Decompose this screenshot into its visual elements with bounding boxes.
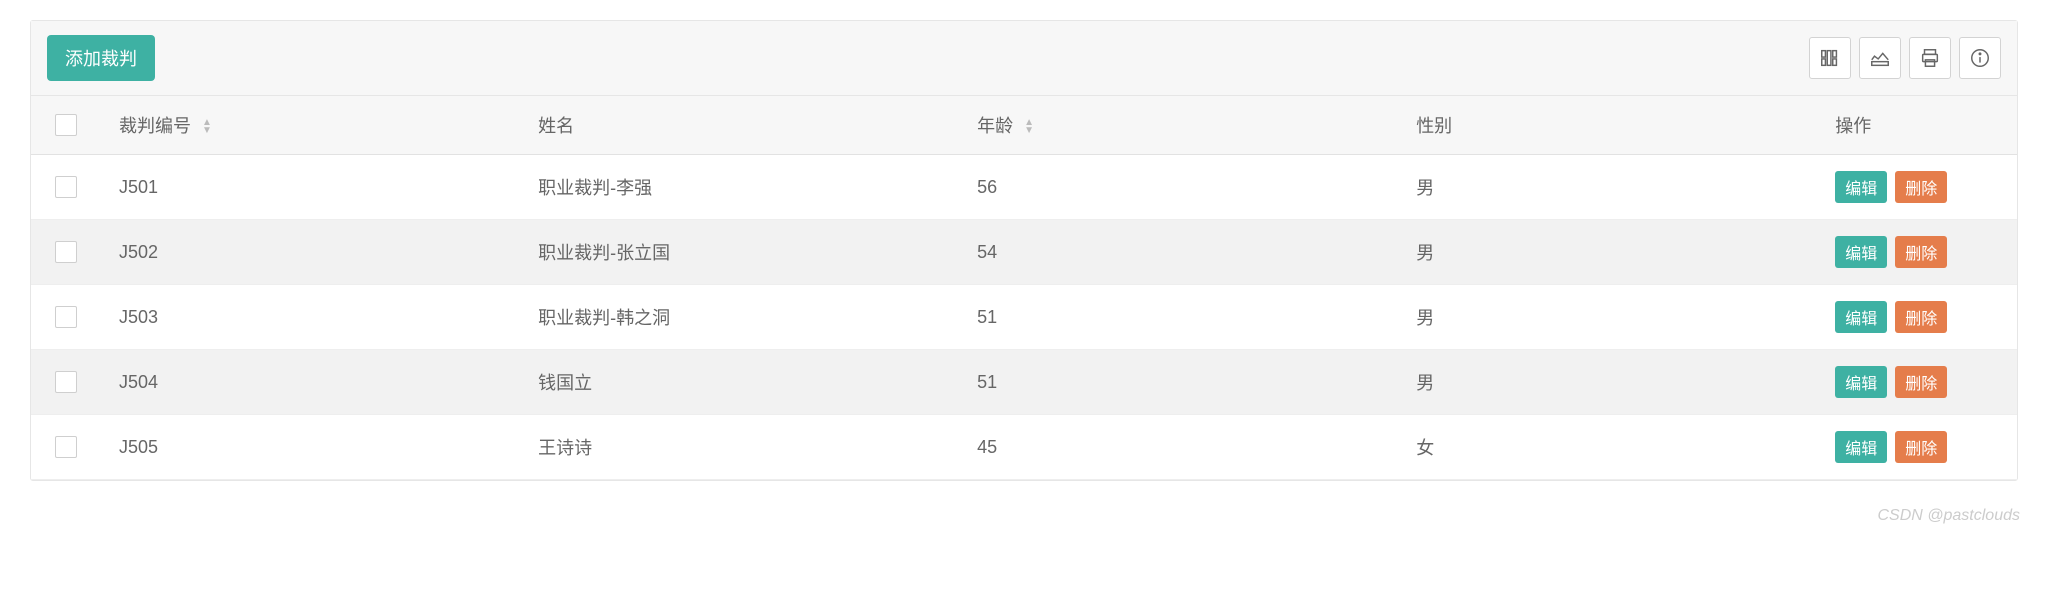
delete-button[interactable]: 删除 (1895, 236, 1947, 268)
cell-id: J502 (101, 220, 520, 285)
edit-button[interactable]: 编辑 (1835, 366, 1887, 398)
select-all-checkbox[interactable] (55, 114, 77, 136)
export-icon[interactable] (1859, 37, 1901, 79)
cell-id: J503 (101, 285, 520, 350)
header-checkbox-cell (31, 96, 101, 155)
header-name: 姓名 (520, 96, 959, 155)
row-checkbox-cell (31, 350, 101, 415)
cell-gender: 男 (1398, 350, 1817, 415)
header-age-label: 年龄 (977, 116, 1013, 136)
header-op: 操作 (1817, 96, 2017, 155)
row-checkbox[interactable] (55, 176, 77, 198)
header-id-label: 裁判编号 (119, 116, 191, 136)
edit-button[interactable]: 编辑 (1835, 431, 1887, 463)
cell-age: 45 (959, 415, 1398, 480)
header-gender: 性别 (1398, 96, 1817, 155)
row-checkbox-cell (31, 220, 101, 285)
cell-gender: 男 (1398, 285, 1817, 350)
edit-button[interactable]: 编辑 (1835, 236, 1887, 268)
cell-op: 编辑删除 (1817, 220, 2017, 285)
cell-id: J505 (101, 415, 520, 480)
table-row: J502职业裁判-张立国54男编辑删除 (31, 220, 2017, 285)
edit-button[interactable]: 编辑 (1835, 171, 1887, 203)
table-row: J504钱国立51男编辑删除 (31, 350, 2017, 415)
info-icon[interactable] (1959, 37, 2001, 79)
cell-name: 钱国立 (520, 350, 959, 415)
cell-age: 51 (959, 350, 1398, 415)
cell-id: J501 (101, 155, 520, 220)
cell-age: 54 (959, 220, 1398, 285)
cell-op: 编辑删除 (1817, 415, 2017, 480)
cell-gender: 女 (1398, 415, 1817, 480)
header-id[interactable]: 裁判编号 ▲▼ (101, 96, 520, 155)
cell-id: J504 (101, 350, 520, 415)
header-age[interactable]: 年龄 ▲▼ (959, 96, 1398, 155)
header-op-label: 操作 (1835, 116, 1871, 136)
cell-name: 职业裁判-李强 (520, 155, 959, 220)
row-checkbox[interactable] (55, 436, 77, 458)
toolbar: 添加裁判 (31, 21, 2017, 96)
sort-icon: ▲▼ (202, 119, 212, 135)
row-checkbox-cell (31, 155, 101, 220)
edit-button[interactable]: 编辑 (1835, 301, 1887, 333)
row-checkbox-cell (31, 285, 101, 350)
cell-name: 王诗诗 (520, 415, 959, 480)
header-gender-label: 性别 (1416, 116, 1452, 136)
cell-name: 职业裁判-张立国 (520, 220, 959, 285)
table-row: J503职业裁判-韩之洞51男编辑删除 (31, 285, 2017, 350)
cell-age: 51 (959, 285, 1398, 350)
cell-age: 56 (959, 155, 1398, 220)
watermark-text: CSDN @pastclouds (0, 501, 2048, 529)
row-checkbox[interactable] (55, 371, 77, 393)
cell-op: 编辑删除 (1817, 285, 2017, 350)
toolbar-actions (1809, 37, 2001, 79)
header-name-label: 姓名 (538, 116, 574, 136)
cell-name: 职业裁判-韩之洞 (520, 285, 959, 350)
cell-gender: 男 (1398, 220, 1817, 285)
delete-button[interactable]: 删除 (1895, 431, 1947, 463)
table-row: J501职业裁判-李强56男编辑删除 (31, 155, 2017, 220)
delete-button[interactable]: 删除 (1895, 366, 1947, 398)
row-checkbox[interactable] (55, 241, 77, 263)
table-row: J505王诗诗45女编辑删除 (31, 415, 2017, 480)
delete-button[interactable]: 删除 (1895, 171, 1947, 203)
cell-op: 编辑删除 (1817, 350, 2017, 415)
add-referee-button[interactable]: 添加裁判 (47, 35, 155, 81)
print-icon[interactable] (1909, 37, 1951, 79)
row-checkbox[interactable] (55, 306, 77, 328)
cell-gender: 男 (1398, 155, 1817, 220)
delete-button[interactable]: 删除 (1895, 301, 1947, 333)
table-header-row: 裁判编号 ▲▼ 姓名 年龄 ▲▼ 性别 操作 (31, 96, 2017, 155)
columns-icon[interactable] (1809, 37, 1851, 79)
referee-table: 裁判编号 ▲▼ 姓名 年龄 ▲▼ 性别 操作 (31, 96, 2017, 480)
row-checkbox-cell (31, 415, 101, 480)
cell-op: 编辑删除 (1817, 155, 2017, 220)
sort-icon: ▲▼ (1024, 119, 1034, 135)
